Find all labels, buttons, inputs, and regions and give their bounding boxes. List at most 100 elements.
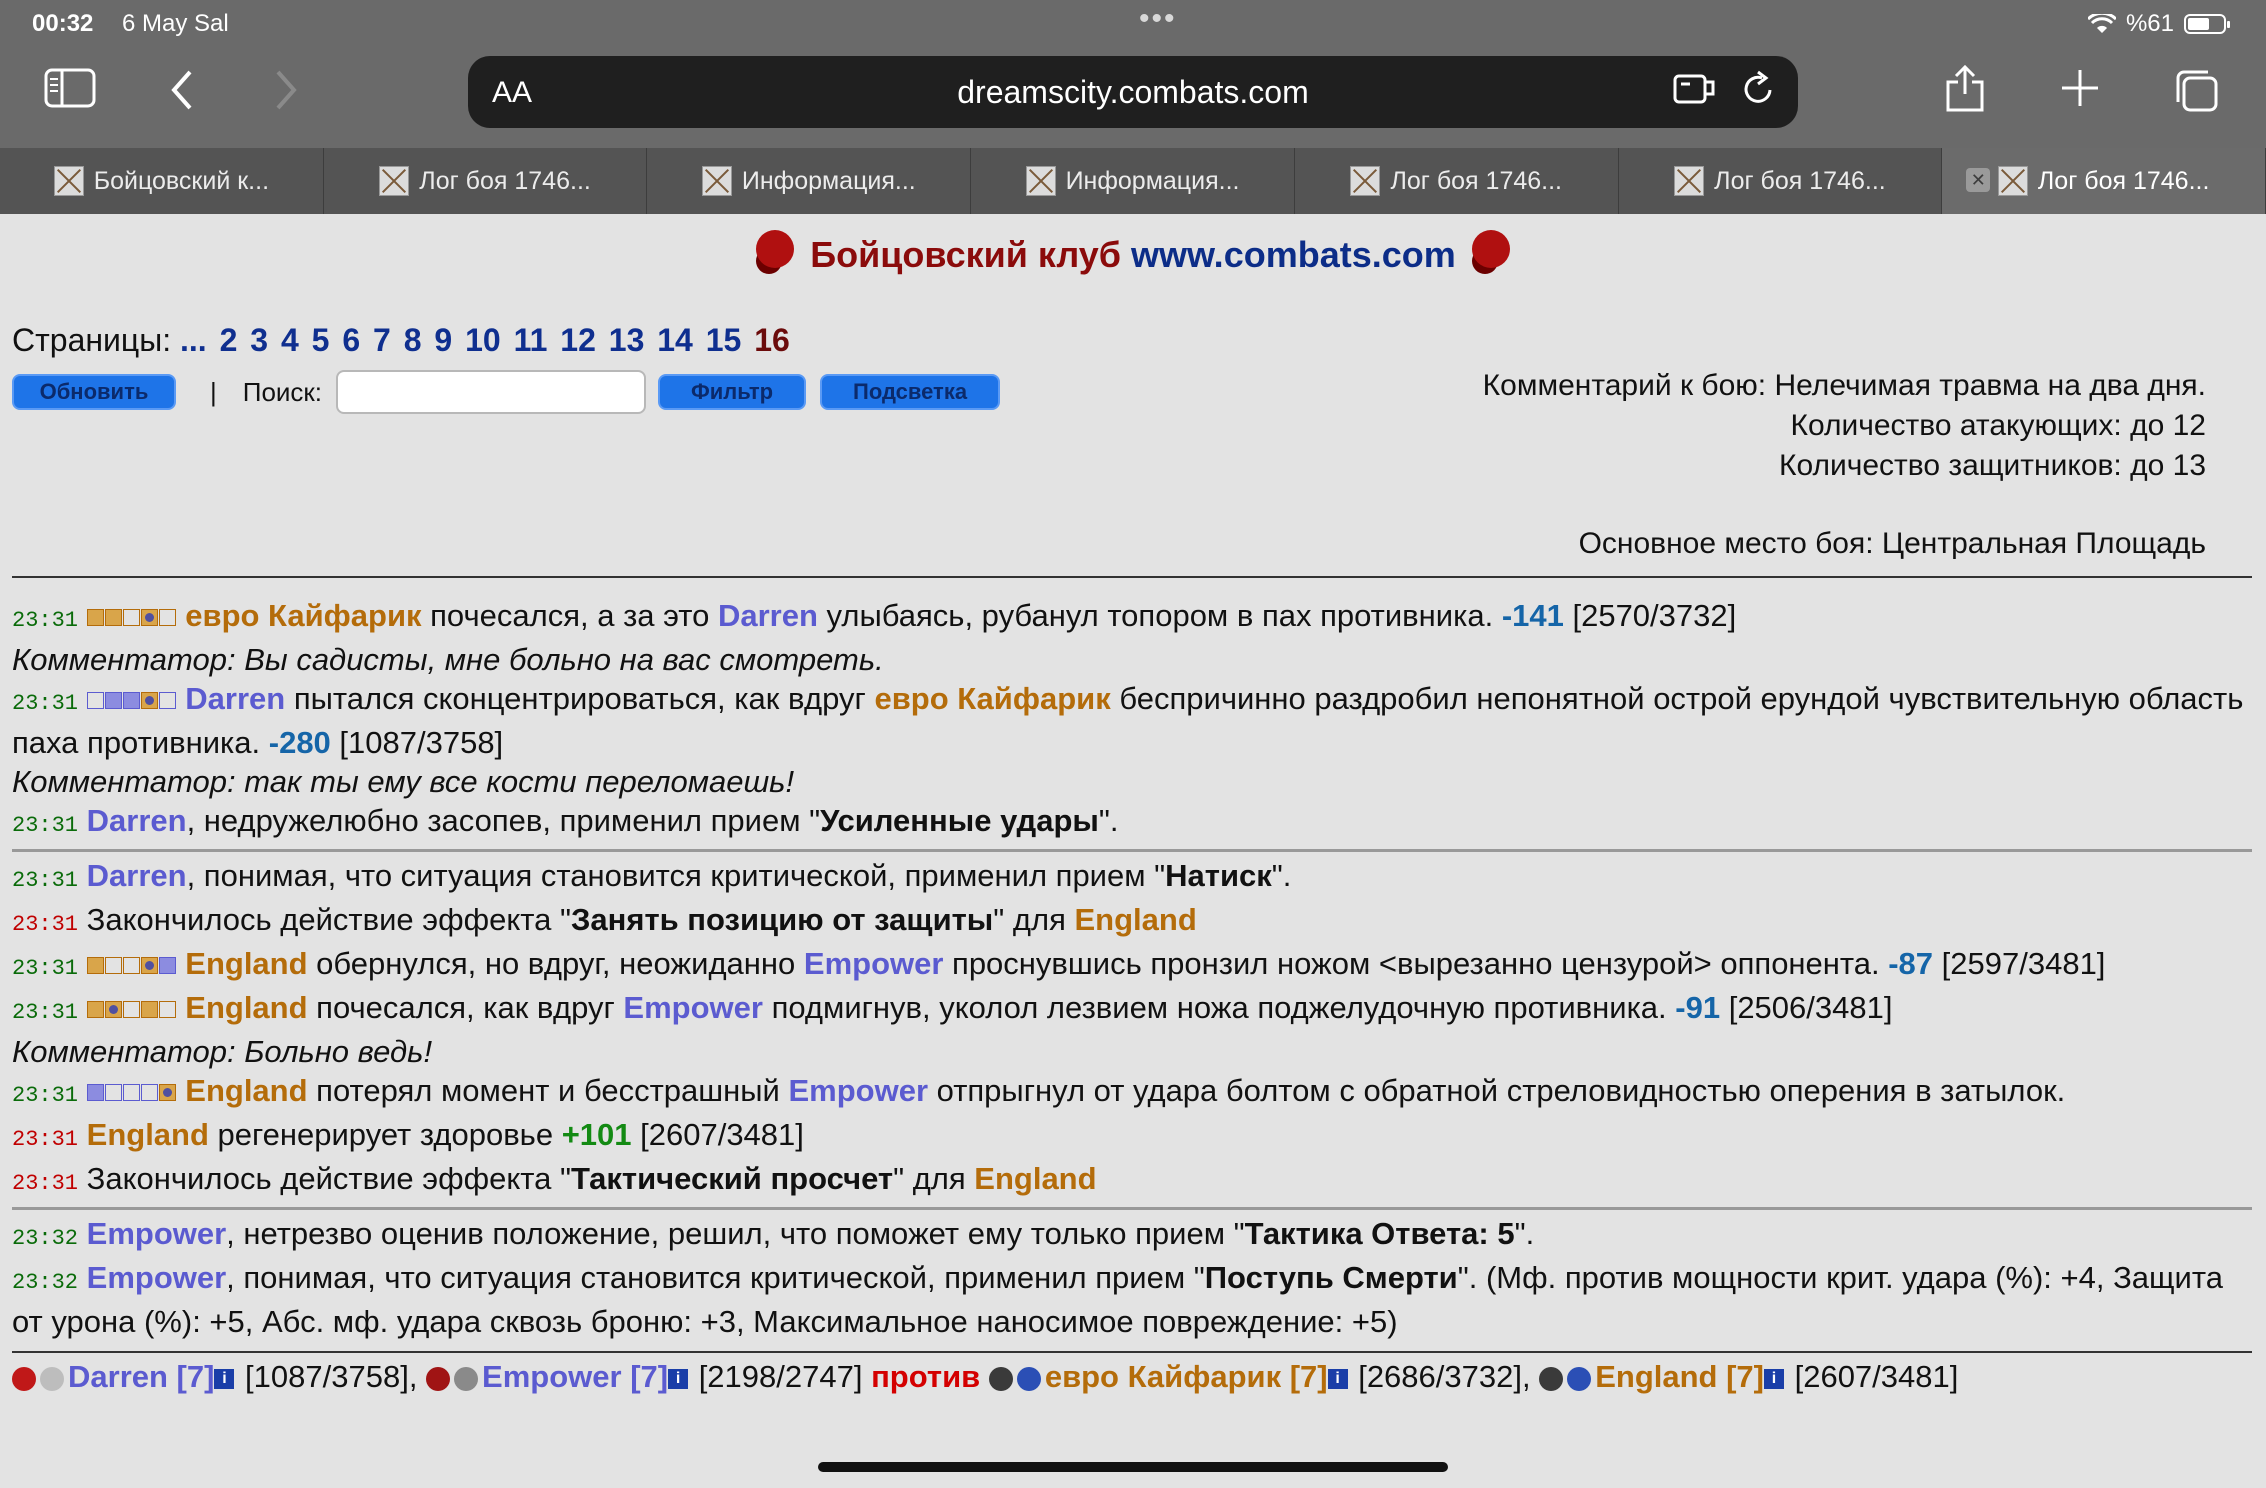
tab-label: Лог боя 1746...	[2037, 166, 2210, 195]
log-text: отпрыгнул от удара болтом с обратной стр…	[928, 1073, 2066, 1108]
page-link[interactable]: 15	[706, 322, 742, 358]
fighter-name[interactable]: Darren	[87, 803, 187, 838]
tab-3[interactable]: Информация...	[647, 148, 972, 214]
log-controls: Обновить | Поиск: Фильтр Подсветка	[12, 370, 1001, 414]
fighter-name[interactable]: England	[87, 1117, 209, 1152]
page-link[interactable]: 7	[373, 322, 391, 358]
hp-value: [2686/3732],	[1349, 1359, 1540, 1394]
fighter-name[interactable]: England	[1075, 902, 1197, 937]
info-icon[interactable]: i	[214, 1368, 235, 1389]
fighter-name[interactable]: England	[185, 990, 307, 1025]
gear-icon	[1567, 1366, 1592, 1391]
info-icon[interactable]: i	[668, 1368, 689, 1389]
tab-label: Лог боя 1746...	[1390, 166, 1562, 195]
battery-percent: %61	[2125, 10, 2174, 37]
fighter-name[interactable]: евро Кайфарик [7]	[1045, 1359, 1328, 1394]
log-line: 23:31 England почесался, как вдруг Empow…	[12, 988, 2252, 1032]
tab-4[interactable]: Информация...	[971, 148, 1295, 214]
page-link[interactable]: 11	[514, 322, 548, 358]
filter-button[interactable]: Фильтр	[658, 374, 807, 410]
fighter-name[interactable]: Darren [7]	[68, 1359, 214, 1394]
home-indicator[interactable]	[818, 1462, 1448, 1472]
page-link[interactable]: 12	[560, 322, 596, 358]
log-line: 23:31 Darren пытался сконцентрироваться,…	[12, 679, 2252, 762]
hit-zones-icon	[86, 990, 177, 1025]
page-link[interactable]: 3	[250, 322, 268, 358]
fighter-name[interactable]: England	[185, 946, 307, 981]
page-link[interactable]: 8	[404, 322, 422, 358]
page-link[interactable]: 13	[609, 322, 645, 358]
fighter-name[interactable]: England [7]	[1595, 1359, 1764, 1394]
battle-meta: Комментарий к бою: Нелечимая травма на д…	[1483, 366, 2206, 564]
tab-1[interactable]: Бойцовский к...	[0, 148, 324, 214]
attackers-count: Количество атакующих: до 12	[1790, 409, 2206, 442]
battle-log: 23:31 евро Кайфарик почесался, а за это …	[12, 596, 2252, 1396]
fighter-name[interactable]: Darren	[718, 598, 818, 633]
page-link[interactable]: 4	[281, 322, 299, 358]
search-input[interactable]	[336, 370, 647, 414]
tab-6[interactable]: Лог боя 1746...	[1619, 148, 1943, 214]
fighter-name[interactable]: евро Кайфарик	[185, 598, 421, 633]
site-settings-icon[interactable]	[1672, 70, 1716, 117]
tab-label: Лог боя 1746...	[1714, 166, 1886, 195]
site-favicon-icon	[379, 166, 410, 196]
fighter-name[interactable]: Empower	[87, 1260, 227, 1295]
damage-value: -280	[268, 725, 331, 760]
clan-icon	[988, 1366, 1013, 1391]
site-link[interactable]: www.combats.com	[1131, 234, 1456, 275]
info-icon[interactable]: i	[1763, 1368, 1784, 1389]
multitask-dots-icon[interactable]: •••	[1139, 2, 1177, 36]
address-bar[interactable]: AA dreamscity.combats.com	[468, 56, 1798, 128]
page-link[interactable]: 5	[312, 322, 330, 358]
url-text[interactable]: dreamscity.combats.com	[468, 74, 1798, 111]
fighter-name[interactable]: Empower	[87, 1216, 227, 1251]
fighter-name[interactable]: England	[185, 1073, 307, 1108]
share-icon[interactable]	[1944, 64, 1986, 122]
tab-5[interactable]: Лог боя 1746...	[1295, 148, 1619, 214]
fighter-name[interactable]: Darren	[185, 681, 285, 716]
fighter-name[interactable]: евро Кайфарик	[874, 681, 1110, 716]
hp-value: [2198/2747]	[690, 1359, 872, 1394]
tab-7-active[interactable]: ✕ Лог боя 1746...	[1942, 148, 2266, 214]
highlight-button[interactable]: Подсветка	[820, 374, 1001, 410]
fighter-name[interactable]: England	[974, 1161, 1096, 1196]
info-icon[interactable]: i	[1327, 1368, 1348, 1389]
fighter-name[interactable]: Empower	[788, 1073, 928, 1108]
heal-value: +101	[561, 1117, 632, 1152]
tab-2[interactable]: Лог боя 1746...	[324, 148, 648, 214]
refresh-button[interactable]: Обновить	[12, 374, 176, 410]
page-link[interactable]: 9	[434, 322, 452, 358]
tab-label: Бойцовский к...	[93, 166, 270, 195]
hit-zones-icon	[86, 598, 177, 633]
log-line: 23:32 Empower, понимая, что ситуация ста…	[12, 1258, 2252, 1341]
log-text: , недружелюбно засопев, применил прием "	[186, 803, 821, 838]
page-link[interactable]: ...	[180, 322, 207, 358]
clan-icon	[426, 1366, 451, 1391]
club-name: Бойцовский клуб	[810, 234, 1121, 275]
forward-icon[interactable]	[272, 68, 300, 120]
fighter-name[interactable]: Empower	[804, 946, 944, 981]
back-icon[interactable]	[168, 68, 196, 120]
skull-logo-icon	[1471, 230, 1510, 269]
sidebar-icon[interactable]	[44, 68, 96, 116]
fighter-name[interactable]: Empower	[623, 990, 763, 1025]
reload-icon[interactable]	[1740, 70, 1776, 117]
page-link[interactable]: 10	[465, 322, 501, 358]
commentator-line: Комментатор: Вы садисты, мне больно на в…	[12, 642, 884, 677]
page-link[interactable]: 14	[657, 322, 693, 358]
page-current: 16	[754, 322, 790, 358]
skill-name: Поступь Смерти	[1204, 1260, 1458, 1295]
page-link[interactable]: 6	[342, 322, 360, 358]
page-link[interactable]: 2	[220, 322, 238, 358]
log-text: ".	[1271, 858, 1292, 893]
status-right: %61	[2087, 10, 2230, 38]
log-text: обернулся, но вдруг, неожиданно	[307, 946, 804, 981]
close-tab-icon[interactable]: ✕	[1966, 168, 1991, 192]
fighter-name[interactable]: Empower [7]	[482, 1359, 668, 1394]
new-tab-icon[interactable]	[2060, 68, 2100, 116]
tabs-overview-icon[interactable]	[2174, 68, 2220, 122]
hp-value: [2506/3481]	[1720, 990, 1893, 1025]
log-text: проснувшись пронзил ножом <вырезанно цен…	[943, 946, 1889, 981]
log-text: ".	[1098, 803, 1119, 838]
fighter-name[interactable]: Darren	[87, 858, 187, 893]
